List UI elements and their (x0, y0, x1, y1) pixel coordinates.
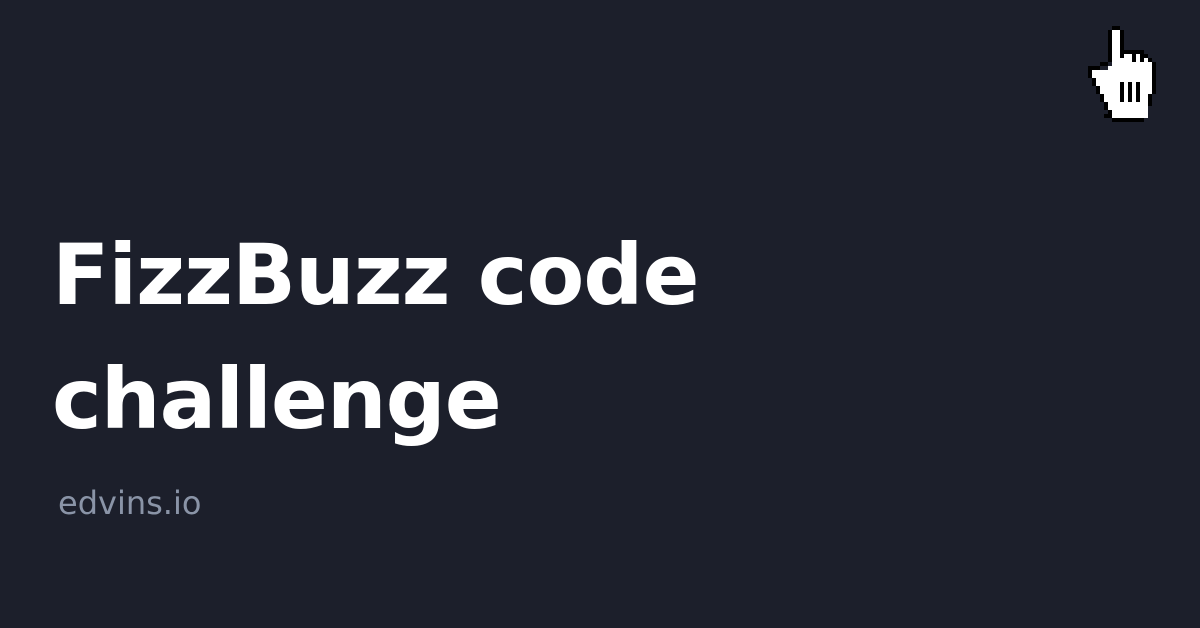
title-line-1: FizzBuzz code (52, 226, 699, 324)
hand-pointer-icon (1088, 26, 1160, 126)
page-title: FizzBuzz code challenge (52, 213, 852, 461)
title-line-2: challenge (52, 350, 502, 448)
social-card: FizzBuzz code challenge edvins.io (0, 0, 1200, 628)
site-name: edvins.io (58, 484, 202, 522)
